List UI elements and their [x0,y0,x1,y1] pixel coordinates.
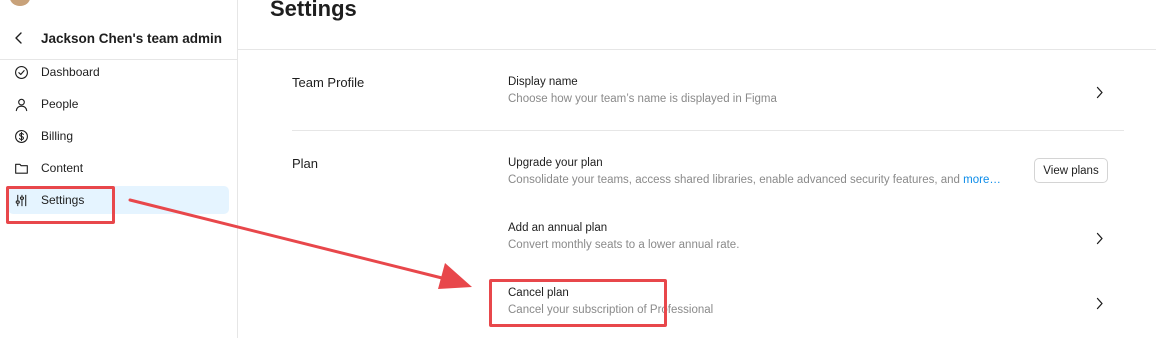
chevron-right-icon [1096,297,1104,315]
sidebar-item-label: People [41,97,79,111]
display-name-row[interactable]: Display name Choose how your team’s name… [508,76,1124,116]
row-title: Display name [508,76,578,88]
row-description-text: Consolidate your teams, access shared li… [508,174,960,186]
avatar[interactable] [10,0,30,6]
view-plans-button[interactable]: View plans [1034,158,1108,183]
chevron-right-icon [1096,86,1104,104]
sidebar-item-label: Dashboard [41,65,100,79]
sidebar-item-people[interactable]: People [8,90,229,118]
sidebar-item-label: Content [41,161,84,175]
chevron-left-icon[interactable] [0,31,38,44]
row-description: Convert monthly seats to a lower annual … [508,239,740,251]
annotation-box-cancel-plan [489,279,667,327]
person-icon [8,97,34,112]
row-description: Choose how your team’s name is displayed… [508,93,777,105]
settings-main: Settings Team Profile Display name Choos… [238,0,1156,338]
sidebar-item-content[interactable]: Content [8,154,229,182]
check-circle-icon [8,65,34,80]
more-link[interactable]: more… [963,174,1001,186]
row-description: Consolidate your teams, access shared li… [508,174,1018,186]
row-title: Upgrade your plan [508,157,603,169]
annual-plan-row[interactable]: Add an annual plan Convert monthly seats… [508,222,1124,262]
page-title: Settings [270,0,357,21]
sidebar-item-label: Billing [41,129,74,143]
team-header: Jackson Chen's team admin [0,18,237,60]
section-label-plan: Plan [292,156,319,171]
divider [238,49,1156,50]
dollar-circle-icon [8,129,34,144]
team-title: Jackson Chen's team admin [41,31,223,46]
annotation-box-settings [6,186,115,224]
upgrade-plan-row[interactable]: Upgrade your plan Consolidate your teams… [508,157,1018,197]
sidebar: Jackson Chen's team admin Dashboard Peop… [0,0,238,338]
sidebar-item-billing[interactable]: Billing [8,122,229,150]
section-label-team-profile: Team Profile [292,75,365,90]
folder-icon [8,161,34,176]
sidebar-item-dashboard[interactable]: Dashboard [8,58,229,86]
chevron-right-icon [1096,232,1104,250]
row-title: Add an annual plan [508,222,608,234]
section-divider [292,130,1124,131]
